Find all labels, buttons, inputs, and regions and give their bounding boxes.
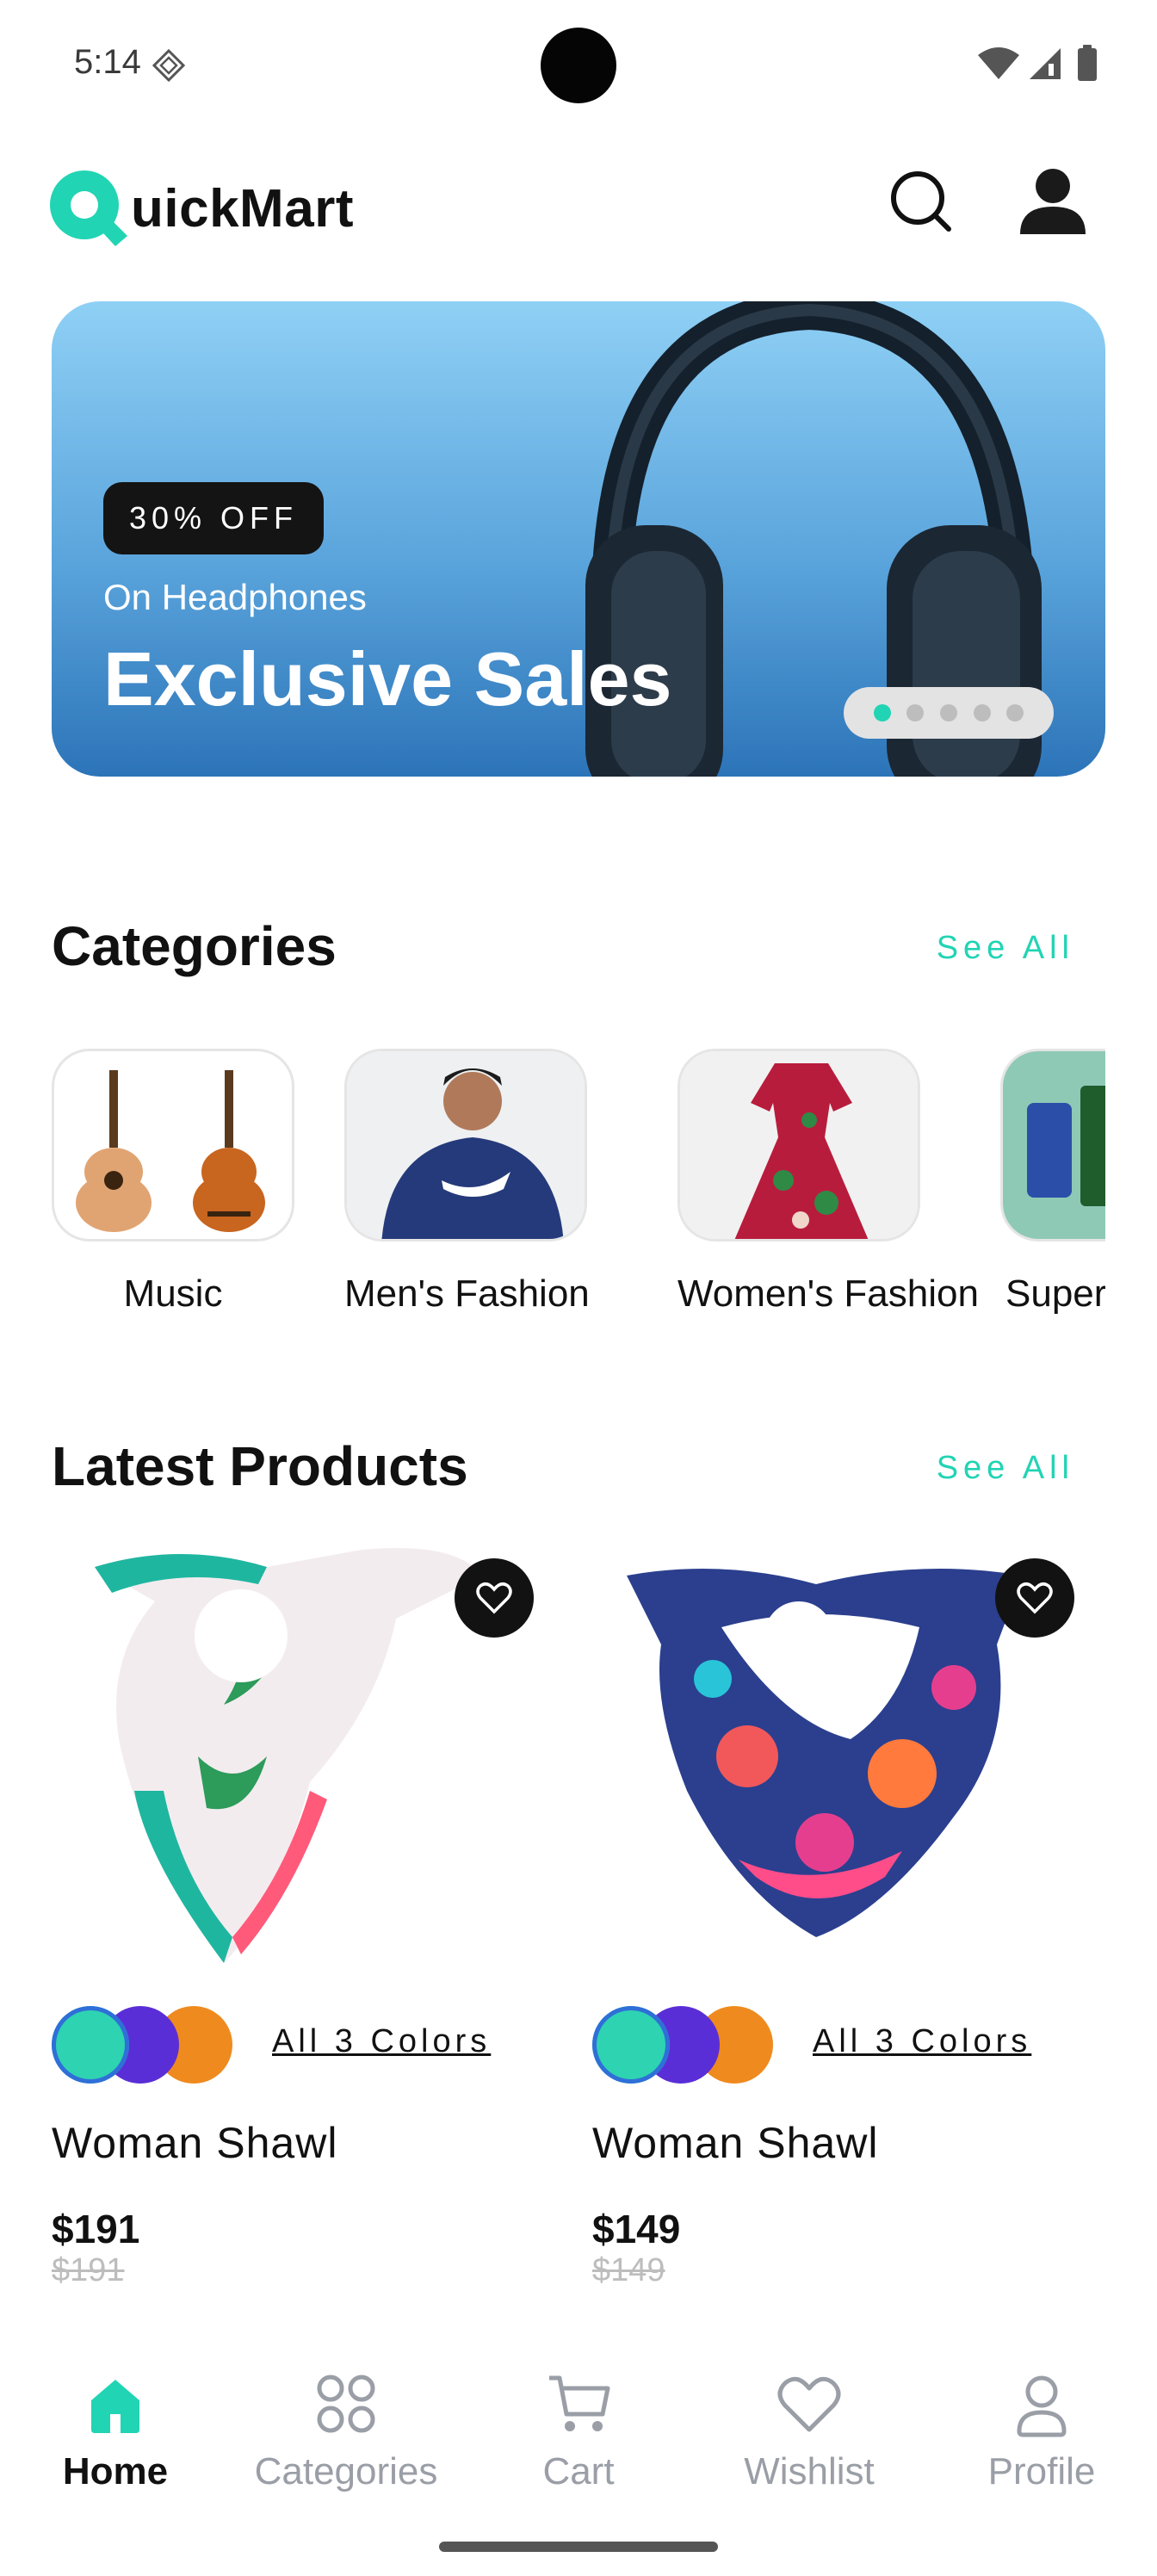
app-bar: uickMart bbox=[0, 146, 1157, 258]
latest-products-title: Latest Products bbox=[52, 1435, 468, 1497]
nav-home[interactable]: Home bbox=[3, 2368, 227, 2493]
carousel-indicator[interactable] bbox=[844, 687, 1054, 739]
logo-q-mark bbox=[41, 160, 138, 257]
search-icon bbox=[891, 171, 951, 232]
home-icon bbox=[91, 2380, 139, 2433]
banner-title: Exclusive Sales bbox=[103, 636, 672, 721]
search-button[interactable] bbox=[885, 165, 957, 238]
products-see-all-link[interactable]: See All bbox=[937, 1450, 1074, 1487]
wishlist-button[interactable] bbox=[995, 1558, 1074, 1638]
logo-text: uickMart bbox=[131, 178, 354, 238]
nav-wishlist[interactable]: Wishlist bbox=[697, 2368, 921, 2493]
category-mens-fashion[interactable]: Men's Fashion bbox=[344, 1049, 590, 1316]
home-indicator[interactable] bbox=[439, 2542, 718, 2552]
user-icon bbox=[1020, 169, 1086, 234]
guitar-image bbox=[52, 1049, 294, 1242]
dress-image bbox=[677, 1049, 920, 1242]
status-bar: 5:14 bbox=[0, 0, 1157, 129]
carousel-dot[interactable] bbox=[939, 704, 957, 721]
product-price: $149 bbox=[592, 2207, 681, 2251]
product-name: Woman Shawl bbox=[52, 2119, 338, 2167]
wifi-icon bbox=[978, 47, 1019, 79]
product-price: $191 bbox=[52, 2207, 140, 2251]
nav-categories[interactable]: Categories bbox=[234, 2368, 458, 2493]
quickmart-logo[interactable]: uickMart bbox=[41, 157, 354, 260]
status-icons bbox=[978, 45, 1097, 81]
heart-icon bbox=[476, 1582, 512, 1614]
notification-diamond-icon bbox=[152, 48, 186, 83]
category-label: Super bbox=[1005, 1273, 1105, 1315]
heart-icon bbox=[1017, 1582, 1053, 1614]
product-old-price: $191 bbox=[52, 2252, 125, 2288]
nav-profile[interactable]: Profile bbox=[930, 2368, 1154, 2493]
product-card[interactable]: All 3 Colors Woman Shawl $149 $149 bbox=[592, 1533, 1074, 2307]
product-old-price: $149 bbox=[592, 2252, 665, 2288]
wishlist-button[interactable] bbox=[455, 1558, 534, 1638]
battery-icon bbox=[1078, 48, 1097, 81]
heart-icon bbox=[777, 2376, 841, 2432]
carousel-dot[interactable] bbox=[1006, 704, 1024, 721]
grocery-image bbox=[1000, 1049, 1105, 1242]
nav-cart[interactable]: Cart bbox=[467, 2368, 690, 2493]
nav-label: Cart bbox=[542, 2450, 615, 2492]
promo-banner[interactable]: 30% OFF On Headphones Exclusive Sales bbox=[52, 301, 1105, 777]
category-label: Men's Fashion bbox=[344, 1273, 590, 1315]
carousel-dot-active[interactable] bbox=[873, 704, 891, 721]
banner-subtitle: On Headphones bbox=[103, 577, 367, 617]
category-label: Music bbox=[123, 1273, 223, 1315]
category-womens-fashion[interactable]: Women's Fashion bbox=[677, 1049, 979, 1316]
product-name: Woman Shawl bbox=[592, 2119, 879, 2167]
cart-icon bbox=[549, 2375, 610, 2431]
color-swatches[interactable] bbox=[52, 2006, 258, 2084]
categories-carousel[interactable]: Music Men's Fashion Women's Fashion Supe… bbox=[52, 1049, 1105, 1333]
swatch-teal-selected[interactable] bbox=[52, 2006, 129, 2084]
categories-title: Categories bbox=[52, 915, 337, 977]
nav-label: Wishlist bbox=[744, 2450, 875, 2492]
category-label: Women's Fashion bbox=[677, 1273, 979, 1315]
all-colors-link[interactable]: All 3 Colors bbox=[272, 2023, 491, 2060]
all-colors-link[interactable]: All 3 Colors bbox=[813, 2023, 1031, 2060]
hoodie-man-image bbox=[344, 1049, 587, 1242]
status-time: 5:14 bbox=[74, 43, 141, 81]
category-music[interactable]: Music bbox=[52, 1049, 294, 1316]
carousel-dot[interactable] bbox=[906, 704, 925, 721]
nav-label: Home bbox=[62, 2450, 169, 2492]
nav-label: Profile bbox=[987, 2450, 1096, 2492]
product-card[interactable]: All 3 Colors Woman Shawl $191 $191 bbox=[52, 1533, 534, 2307]
swatch-teal-selected[interactable] bbox=[592, 2006, 670, 2084]
categories-see-all-link[interactable]: See All bbox=[937, 930, 1074, 967]
signal-icon bbox=[1030, 48, 1061, 79]
account-button[interactable] bbox=[1014, 162, 1092, 239]
color-swatches[interactable] bbox=[592, 2006, 799, 2084]
grid-icon bbox=[317, 2375, 375, 2433]
carousel-dot[interactable] bbox=[973, 704, 991, 721]
category-supermarket[interactable]: Super bbox=[1000, 1049, 1105, 1316]
nav-label: Categories bbox=[254, 2450, 438, 2492]
camera-cutout bbox=[541, 28, 616, 103]
user-icon bbox=[1017, 2375, 1067, 2437]
discount-badge: 30% OFF bbox=[103, 482, 325, 554]
